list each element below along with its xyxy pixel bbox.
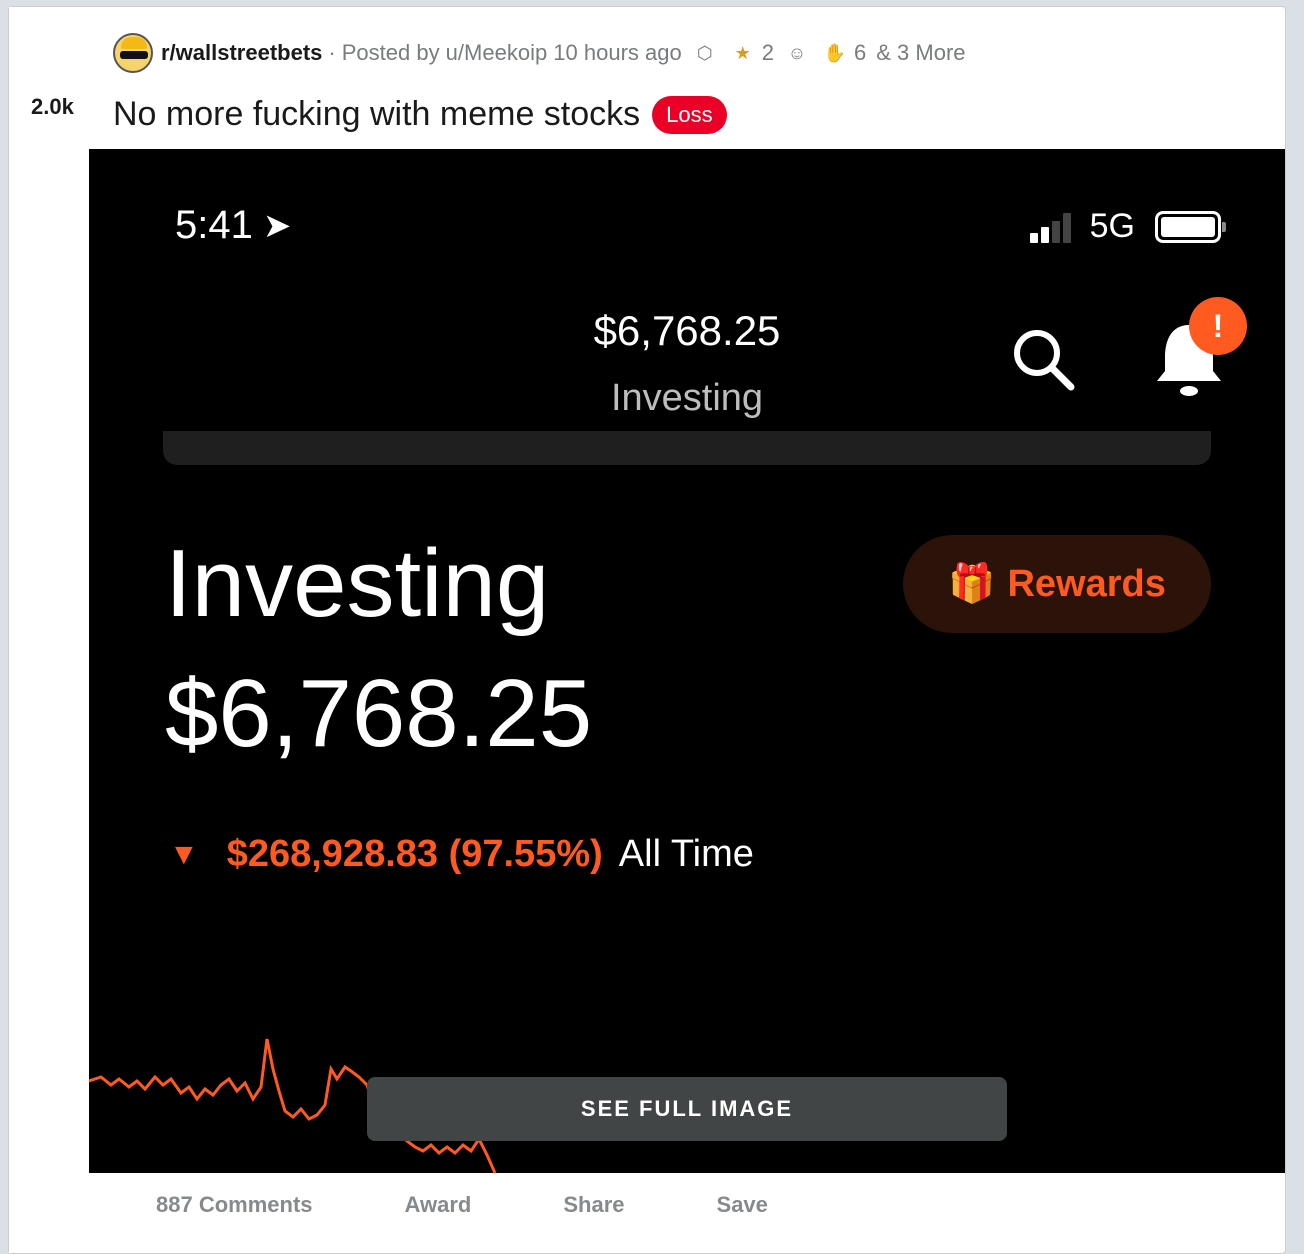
- hand-award-icon[interactable]: ✋: [820, 38, 850, 68]
- network-label: 5G: [1089, 207, 1135, 245]
- header-divider: [163, 431, 1211, 465]
- post-title-row: No more fucking with meme stocks Loss: [113, 95, 727, 134]
- post-card[interactable]: 2.0k r/wallstreetbets · Posted by u/Meek…: [8, 6, 1286, 1254]
- snoo-award-icon[interactable]: ☺: [782, 38, 812, 68]
- down-triangle-icon: ▼: [169, 837, 199, 871]
- status-bar-time: 5:41 ➤: [175, 203, 291, 248]
- award-button[interactable]: Award: [405, 1192, 472, 1218]
- meta-separator: ·: [328, 40, 336, 65]
- post-actions: 887 Comments Award Share Save: [156, 1192, 860, 1218]
- award-count: 2: [761, 40, 774, 65]
- portfolio-value: $6,768.25: [165, 660, 593, 767]
- signal-icon: [1029, 211, 1074, 243]
- investing-heading: Investing: [165, 530, 550, 637]
- post-flair[interactable]: Loss: [652, 95, 727, 134]
- header-amount: $6,768.25: [593, 307, 781, 354]
- subreddit-link[interactable]: r/wallstreetbets: [161, 40, 322, 66]
- vote-count: 2.0k: [31, 94, 74, 119]
- award-count: 6: [854, 40, 867, 65]
- post-title[interactable]: No more fucking with meme stocks: [113, 95, 640, 134]
- rewards-label: Rewards: [1007, 562, 1166, 605]
- posted-by-text[interactable]: Posted by u/Meekoip 10 hours ago: [342, 40, 682, 66]
- subreddit-avatar[interactable]: [113, 33, 153, 73]
- change-row: ▼ $268,928.83 (97.55%) All Time: [169, 833, 754, 876]
- gift-icon: 🎁: [948, 563, 996, 605]
- share-button[interactable]: Share: [563, 1192, 624, 1218]
- see-full-image-button[interactable]: SEE FULL IMAGE: [367, 1077, 1007, 1141]
- change-value: $268,928.83 (97.55%): [226, 833, 603, 875]
- battery-icon: [1155, 210, 1226, 243]
- change-period: All Time: [618, 833, 754, 875]
- clock-text: 5:41: [175, 203, 253, 247]
- post-meta: r/wallstreetbets · Posted by u/Meekoip 1…: [113, 33, 966, 73]
- status-bar-right: 5G: [1029, 207, 1226, 246]
- vote-column: 2.0k: [9, 7, 89, 1253]
- header-label: Investing: [610, 377, 764, 419]
- star-award-icon[interactable]: ★: [728, 38, 758, 68]
- save-button[interactable]: Save: [717, 1192, 768, 1218]
- notification-badge: !: [1189, 297, 1247, 355]
- shield-award-icon[interactable]: ⬡: [690, 38, 720, 68]
- post-image[interactable]: 5:41 ➤ 5G $6,768.25 Investing ! Investin…: [89, 149, 1285, 1173]
- location-arrow-icon: ➤: [262, 206, 292, 245]
- search-icon: [1014, 330, 1075, 391]
- comments-button[interactable]: 887 Comments: [156, 1192, 313, 1218]
- rewards-button: 🎁 Rewards: [903, 535, 1211, 633]
- awards-more-link[interactable]: & 3 More: [876, 40, 965, 66]
